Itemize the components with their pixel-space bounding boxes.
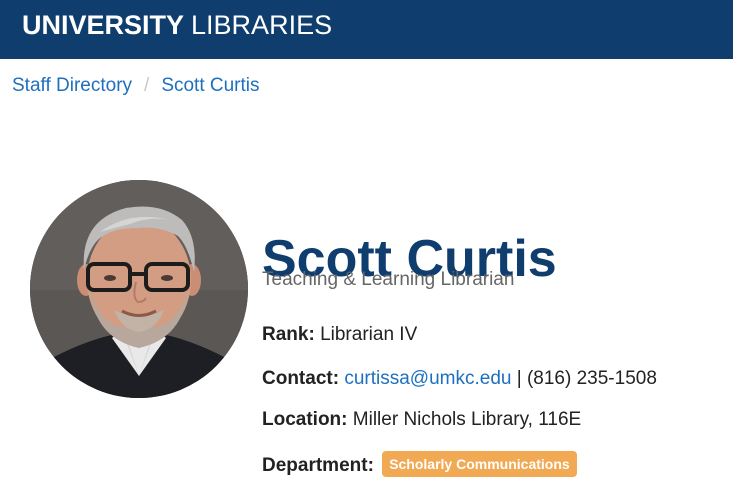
breadcrumb-current-page[interactable]: Scott Curtis [161, 75, 259, 96]
department-label: Department: [262, 455, 374, 476]
department-badge[interactable]: Scholarly Communications [382, 451, 577, 477]
location-row: Location: Miller Nichols Library, 116E [262, 408, 581, 432]
breadcrumb-separator: / [144, 75, 150, 96]
avatar [30, 180, 248, 398]
brand-light-text: LIBRARIES [191, 10, 333, 40]
site-logo[interactable]: UNIVERSITY LIBRARIES [22, 10, 332, 40]
department-row: Department: Scholarly Communications [262, 451, 577, 478]
contact-label: Contact: [262, 368, 340, 389]
rank-label: Rank: [262, 324, 315, 345]
email-link[interactable]: curtissa@umkc.edu [344, 368, 511, 389]
rank-row: Rank: Librarian IV [262, 323, 417, 347]
contact-separator: | [516, 368, 522, 389]
location-value: Miller Nichols Library, 116E [352, 409, 582, 430]
contact-row: Contact: curtissa@umkc.edu | (816) 235-1… [262, 367, 657, 391]
brand-bold-text: UNIVERSITY [22, 10, 185, 40]
breadcrumb: Staff Directory / Scott Curtis [12, 74, 260, 98]
rank-value: Librarian IV [320, 324, 418, 345]
phone-number: (816) 235-1508 [526, 368, 657, 389]
profile-photo [30, 180, 248, 398]
site-header: UNIVERSITY LIBRARIES [0, 0, 733, 59]
location-label: Location: [262, 409, 348, 430]
job-title: Teaching & Learning Librarian [262, 269, 515, 290]
breadcrumb-staff-directory[interactable]: Staff Directory [12, 75, 132, 96]
